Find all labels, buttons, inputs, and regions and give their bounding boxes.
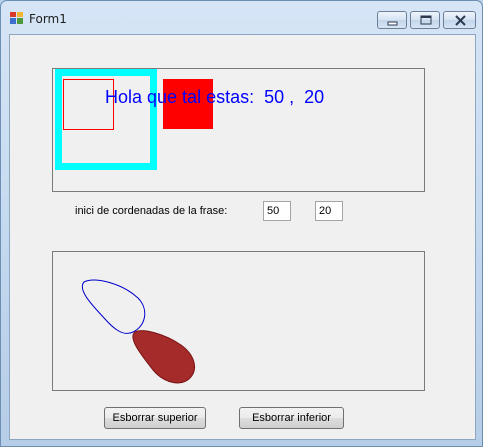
x-coordinate-input[interactable]: [263, 201, 291, 221]
maximize-icon: [420, 15, 432, 25]
minimize-button[interactable]: [377, 11, 407, 29]
title-bar[interactable]: Form1: [1, 1, 482, 34]
y-coordinate-input[interactable]: [315, 201, 343, 221]
filled-teardrop-shape: [132, 330, 196, 384]
close-icon: [455, 15, 466, 26]
maximize-button[interactable]: [410, 11, 440, 29]
form-client-area: Hola que tal estas: 50 , 20 inici de cor…: [9, 34, 476, 440]
outlined-teardrop-shape: [81, 279, 146, 334]
phrase-text: Hola que tal estas: 50 , 20: [105, 87, 325, 107]
clear-bottom-button[interactable]: Esborrar inferior: [239, 407, 344, 429]
form-icon: [10, 12, 23, 24]
top-drawing-panel: Hola que tal estas: 50 , 20: [52, 68, 425, 192]
bottom-drawing-panel: [52, 251, 425, 391]
close-button[interactable]: [443, 11, 476, 29]
coordinates-label: inici de cordenadas de la frase:: [75, 205, 228, 217]
minimize-icon: [387, 21, 398, 26]
clear-top-button[interactable]: Esborrar superior: [104, 407, 206, 429]
bottom-shapes: [81, 279, 196, 384]
form-window: Form1 Hola que tal estas: 50 , 20 inici: [0, 0, 483, 447]
window-title: Form1: [29, 12, 67, 26]
